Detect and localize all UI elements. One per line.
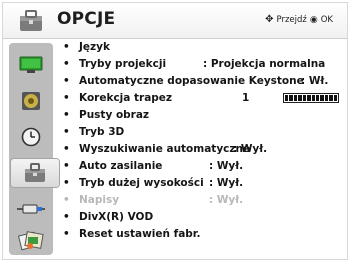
bullet: • (63, 211, 70, 223)
keystone-slider-tick (311, 95, 315, 101)
menu-item-label: Tryby projekcji (79, 58, 167, 70)
keystone-slider-tick (302, 95, 307, 101)
menu-item-value: : Wył. (209, 177, 244, 189)
page-title: OPCJE (57, 9, 116, 29)
bullet: • (63, 228, 70, 240)
menu-item-label: Auto zasilanie (79, 160, 163, 172)
menu-item-language[interactable]: • Język (61, 40, 345, 54)
keystone-slider-tick (333, 95, 338, 101)
bullet: • (63, 75, 70, 87)
menu-item-label: Automatyczne dopasowanie Keystone (79, 75, 304, 87)
keystone-slider-tick (285, 95, 289, 101)
menu-item-label: Tryb dużej wysokości (79, 177, 204, 189)
input-icon (17, 204, 45, 214)
menu-item-label: Napisy (79, 194, 120, 206)
menu-item-divx-vod[interactable]: • DivX(R) VOD (61, 210, 345, 224)
bullet: • (63, 177, 70, 189)
options-menu-window: OPCJE ✥ Przejdź ◉ OK • Język • Tryby pro… (2, 2, 348, 260)
menu-item-auto-power[interactable]: • Auto zasilanie : Wył. (61, 159, 345, 173)
bullet: • (63, 41, 70, 53)
bullet: • (63, 58, 70, 70)
menu-item-high-altitude[interactable]: • Tryb dużej wysokości : Wył. (61, 176, 345, 190)
menu-item-keystone-correction[interactable]: • Korekcja trapez 1 (61, 91, 345, 105)
bullet: • (63, 143, 70, 155)
bullet: • (63, 109, 70, 121)
picture-icon (19, 56, 43, 73)
menu-item-auto-search[interactable]: • Wyszukiwanie automatyczne : Wył. (61, 142, 345, 156)
hint-ok-label: OK (320, 15, 333, 25)
ok-button-icon: ◉ (309, 14, 318, 25)
keystone-slider-tick (293, 95, 298, 101)
menu-item-auto-keystone[interactable]: • Automatyczne dopasowanie Keystone : Wł… (61, 74, 345, 88)
keystone-slider[interactable] (283, 93, 339, 103)
keystone-slider-tick (324, 95, 329, 101)
keystone-slider-tick (307, 95, 311, 101)
navigation-hint: ✥ Przejdź ◉ OK (265, 14, 333, 26)
category-sidebar (9, 43, 59, 255)
sidebar-item-option[interactable] (11, 159, 59, 187)
menu-item-label: Reset ustawień fabr. (79, 228, 201, 240)
keystone-slider-tick (298, 95, 302, 101)
menu-item-value: : Wył. (209, 160, 244, 172)
hint-move-label: Przejdź (276, 15, 307, 25)
bullet: • (63, 160, 70, 172)
menu-item-label: Wyszukiwanie automatyczne (79, 143, 251, 155)
menu-item-value: : Wł. (301, 75, 329, 87)
audio-icon (22, 92, 40, 110)
bullet: • (63, 92, 70, 104)
menu-item-projection-mode[interactable]: • Tryby projekcji : Projekcja normalna (61, 57, 345, 71)
sidebar-item-media[interactable] (13, 227, 49, 255)
option-icon (25, 163, 45, 182)
menu-item-subtitles: • Napisy : Wył. (61, 193, 345, 207)
menu-item-label: DivX(R) VOD (79, 211, 154, 223)
bullet: • (63, 126, 70, 138)
keystone-slider-tick (289, 95, 293, 101)
menu-item-label: Korekcja trapez (79, 92, 173, 104)
menu-item-label: Język (79, 41, 110, 53)
sidebar-item-input[interactable] (13, 195, 49, 223)
keystone-value: 1 (242, 92, 250, 104)
menu-item-value: : Wył. (209, 194, 244, 206)
menu-item-factory-reset[interactable]: • Reset ustawień fabr. (61, 227, 345, 241)
bullet: • (63, 194, 70, 206)
move-arrows-icon: ✥ (265, 14, 274, 25)
sidebar-item-time[interactable] (13, 123, 49, 151)
toolbox-icon (20, 10, 42, 31)
keystone-slider-tick (315, 95, 320, 101)
menu-item-label: Pusty obraz (79, 109, 150, 121)
menu-item-value: : Projekcja normalna (203, 58, 326, 70)
time-icon (21, 127, 41, 147)
media-icon (18, 231, 44, 251)
sidebar-item-picture[interactable] (13, 51, 49, 79)
menu-item-value: : Wył. (233, 143, 268, 155)
menu-header: OPCJE ✥ Przejdź ◉ OK (3, 3, 347, 39)
sidebar-item-audio[interactable] (13, 87, 49, 115)
menu-item-label: Tryb 3D (79, 126, 125, 138)
keystone-slider-tick (320, 95, 324, 101)
menu-item-blank-image[interactable]: • Pusty obraz (61, 108, 345, 122)
menu-item-3d-mode[interactable]: • Tryb 3D (61, 125, 345, 139)
keystone-slider-tick (329, 95, 333, 101)
